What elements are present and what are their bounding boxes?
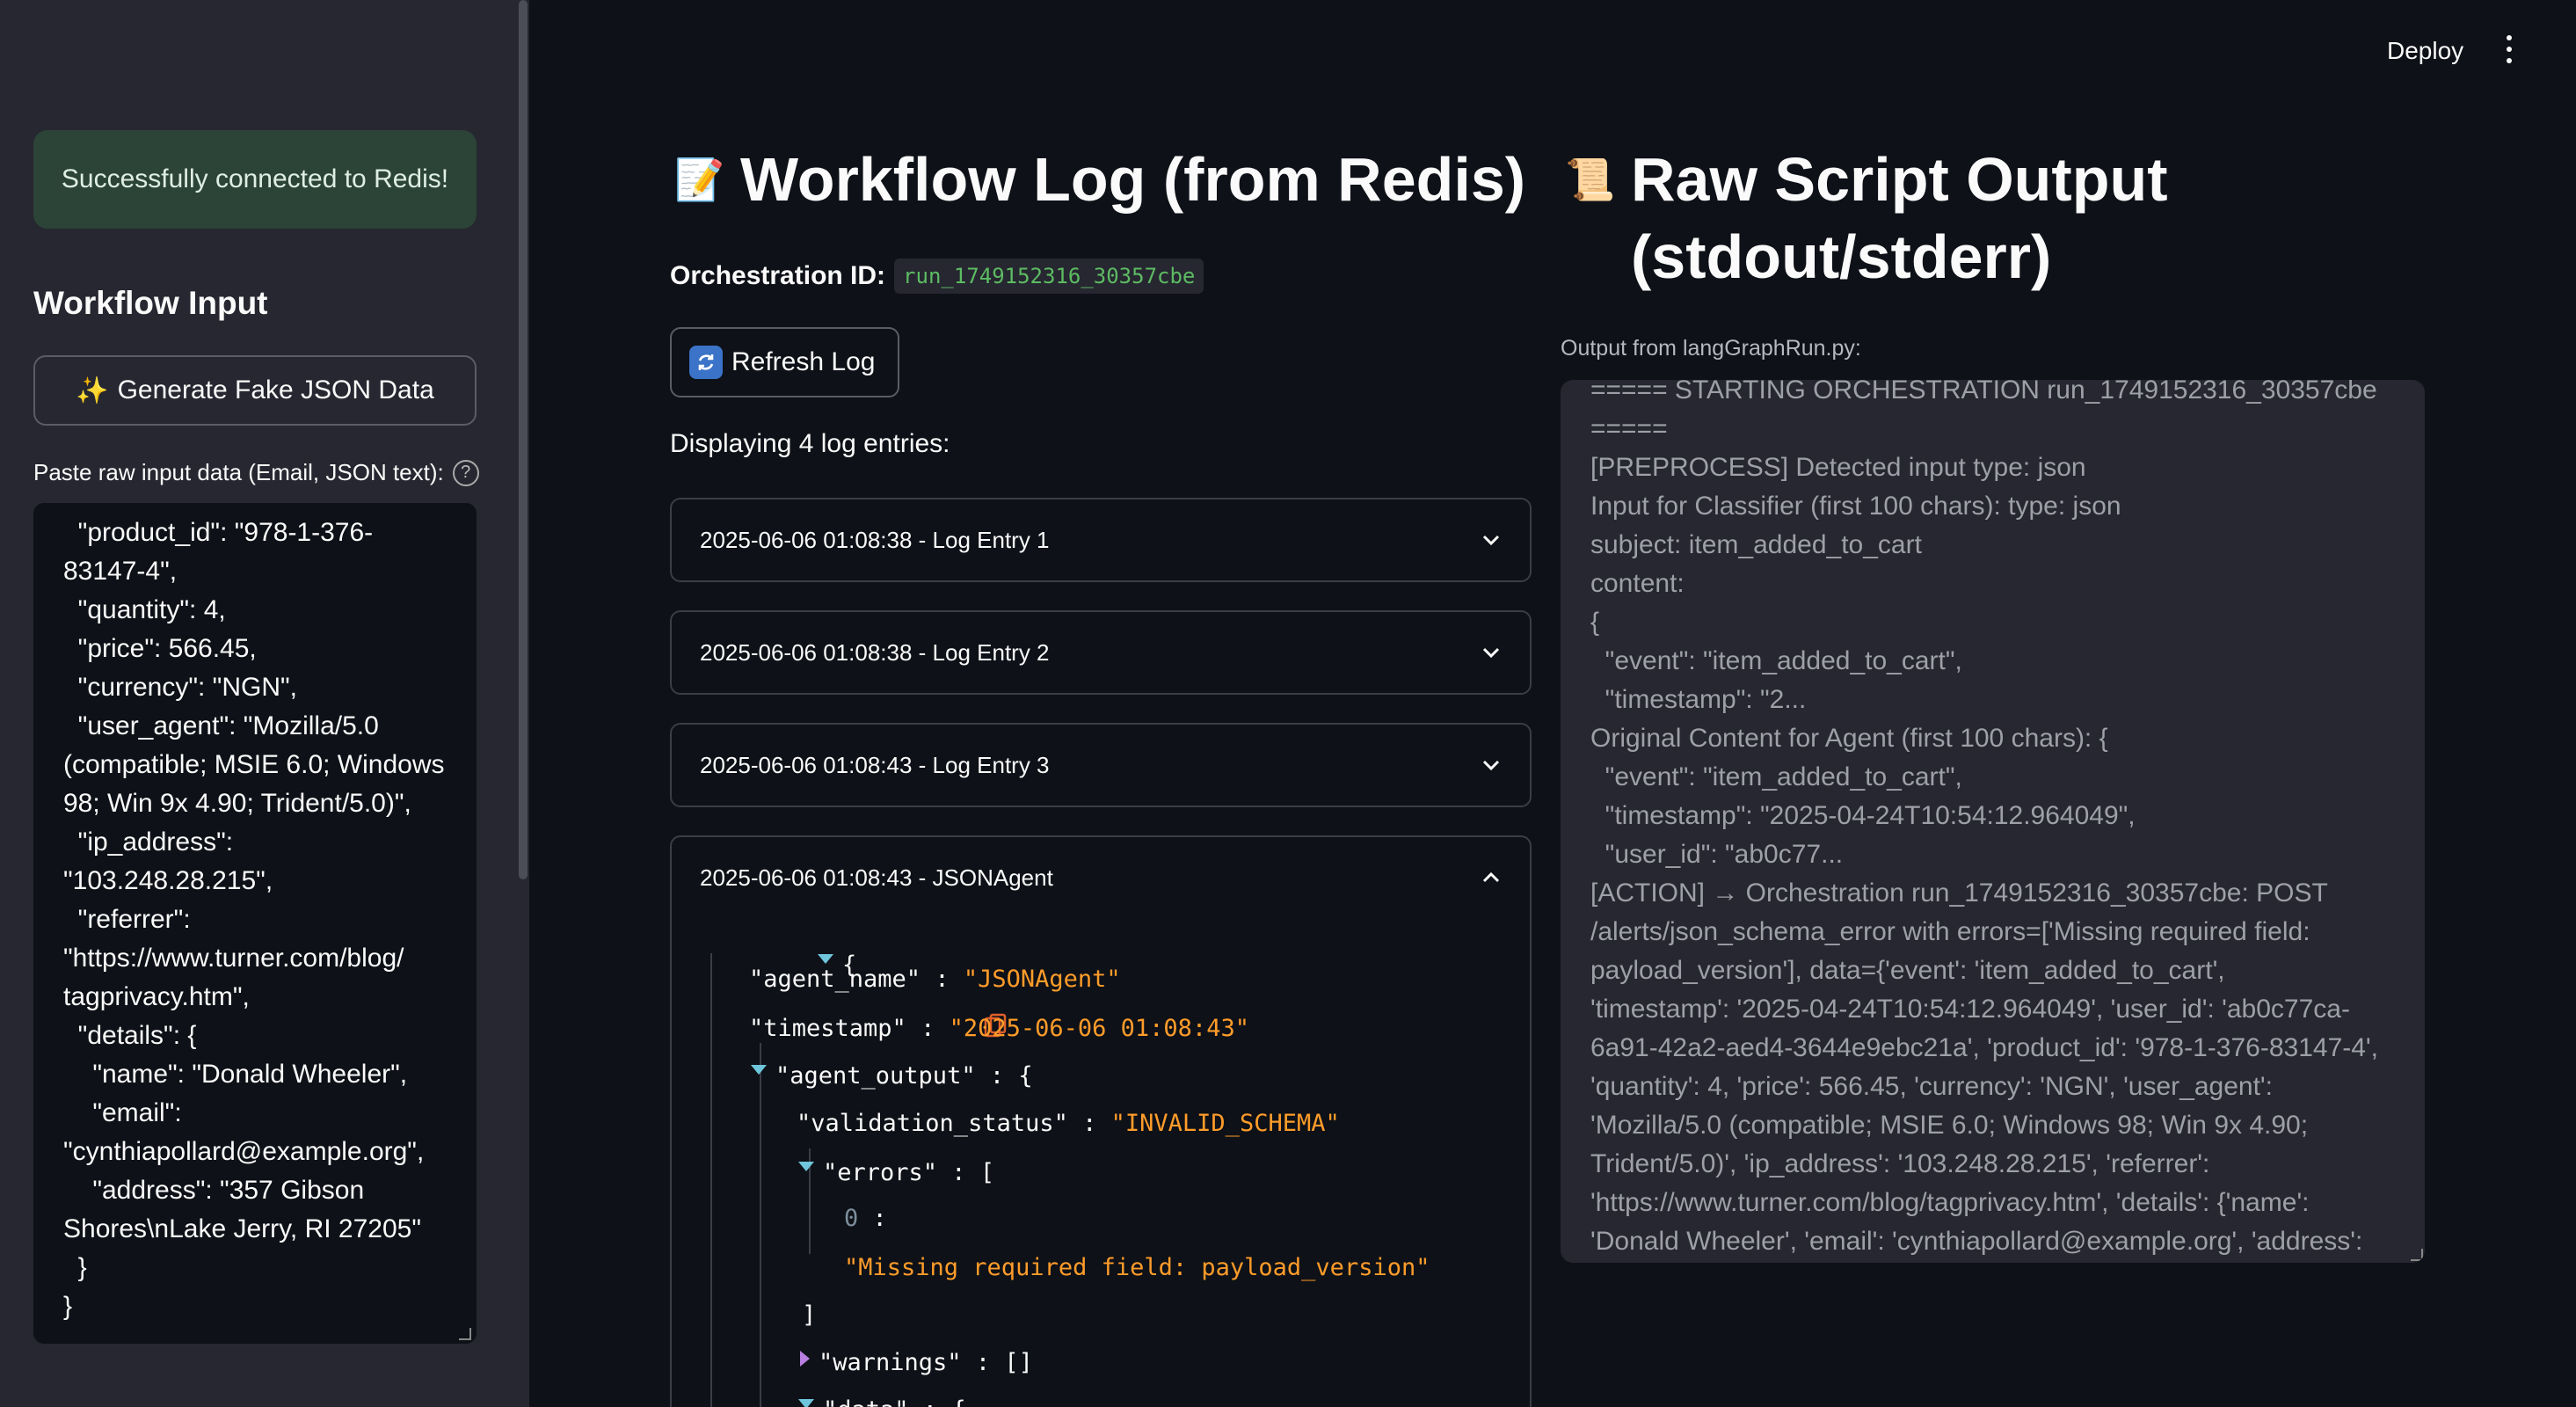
log-entry-header[interactable]: 2025-06-06 01:08:43 - Log Entry 3 bbox=[672, 725, 1530, 806]
paste-input-label: Paste raw input data (Email, JSON text):… bbox=[33, 459, 479, 486]
memo-icon: 📝 bbox=[674, 157, 725, 202]
raw-output-textarea[interactable]: ===== STARTING ORCHESTRATION run_1749152… bbox=[1561, 380, 2425, 1263]
json-string-value: "2025-06-06 01:08:43" bbox=[949, 1015, 1249, 1042]
success-alert: Successfully connected to Redis! bbox=[33, 130, 477, 229]
chevron-down-icon bbox=[1479, 753, 1503, 777]
deploy-button[interactable]: Deploy bbox=[2387, 37, 2463, 65]
chevron-down-icon bbox=[1479, 640, 1503, 665]
json-key: "agent_name" bbox=[749, 966, 921, 993]
log-count-text: Displaying 4 log entries: bbox=[670, 429, 950, 458]
log-entry-expander[interactable]: 2025-06-06 01:08:38 - Log Entry 2 bbox=[670, 610, 1532, 695]
raw-output-value: ===== STARTING ORCHESTRATION run_1749152… bbox=[1590, 380, 2378, 1256]
workflow-log-title: 📝 Workflow Log (from Redis) bbox=[670, 141, 1532, 218]
log-entry-expander[interactable]: 2025-06-06 01:08:38 - Log Entry 1 bbox=[670, 498, 1532, 582]
json-key: "validation_status" bbox=[797, 1110, 1068, 1137]
success-alert-text: Successfully connected to Redis! bbox=[61, 164, 449, 193]
workflow-log-column: 📝 Workflow Log (from Redis) Orchestratio… bbox=[670, 141, 1532, 1407]
raw-output-column: 📜 Raw Script Output (stdout/stderr) Outp… bbox=[1561, 141, 2427, 1263]
workflow-log-title-text: Workflow Log (from Redis) bbox=[740, 145, 1526, 214]
refresh-log-button[interactable]: Refresh Log bbox=[670, 327, 900, 397]
raw-input-value: "product_id": "978-1-376- 83147-4", "qua… bbox=[63, 518, 445, 1321]
json-key: "errors" bbox=[823, 1159, 938, 1186]
log-entry-label: 2025-06-06 01:08:38 - Log Entry 2 bbox=[700, 638, 1050, 666]
json-key: "warnings" bbox=[819, 1349, 962, 1376]
json-key: "data" bbox=[823, 1396, 909, 1407]
chevron-down-icon bbox=[1479, 528, 1503, 552]
log-entry-header[interactable]: 2025-06-06 01:08:38 - Log Entry 1 bbox=[672, 499, 1530, 580]
log-entry-label: 2025-06-06 01:08:43 - JSONAgent bbox=[700, 864, 1053, 891]
sidebar: Successfully connected to Redis! Workflo… bbox=[0, 0, 529, 1407]
paste-input-label-text: Paste raw input data (Email, JSON text): bbox=[33, 459, 444, 485]
help-icon[interactable]: ? bbox=[452, 459, 479, 486]
json-close-bracket: ] bbox=[802, 1301, 817, 1329]
chevron-up-icon bbox=[1479, 865, 1503, 890]
orchestration-id-label: Orchestration ID: bbox=[670, 261, 886, 290]
resize-handle[interactable] bbox=[459, 1328, 471, 1340]
log-entry-expander-open[interactable]: 2025-06-06 01:08:43 - JSONAgent { "agent… bbox=[670, 835, 1532, 1407]
collapse-triangle-icon[interactable] bbox=[798, 1399, 814, 1407]
json-string-value: "Missing required field: payload_version… bbox=[844, 1254, 1430, 1281]
workflow-input-title: Workflow Input bbox=[33, 285, 268, 321]
scroll-icon: 📜 bbox=[1565, 157, 1616, 202]
generate-fake-json-button[interactable]: ✨ Generate Fake JSON Data bbox=[33, 355, 477, 426]
generate-fake-json-label: Generate Fake JSON Data bbox=[117, 375, 434, 405]
json-key: "agent_output" bbox=[775, 1062, 976, 1090]
output-label: Output from langGraphRun.py: bbox=[1561, 336, 1861, 361]
refresh-arrows-icon bbox=[698, 354, 714, 370]
refresh-log-label: Refresh Log bbox=[731, 347, 876, 376]
log-entry-header[interactable]: 2025-06-06 01:08:38 - Log Entry 2 bbox=[672, 612, 1530, 693]
log-entry-label: 2025-06-06 01:08:43 - Log Entry 3 bbox=[700, 751, 1050, 778]
refresh-icon bbox=[689, 346, 723, 379]
resize-handle[interactable] bbox=[2411, 1249, 2423, 1261]
json-array-index: 0 bbox=[844, 1205, 859, 1232]
collapse-triangle-icon[interactable] bbox=[751, 1065, 767, 1075]
log-entry-expander[interactable]: 2025-06-06 01:08:43 - Log Entry 3 bbox=[670, 723, 1532, 807]
collapse-triangle-icon[interactable] bbox=[798, 1162, 814, 1171]
json-empty-array: [] bbox=[1004, 1349, 1033, 1376]
raw-output-title-text: Raw Script Output (stdout/stderr) bbox=[1631, 145, 2168, 291]
expand-triangle-icon[interactable] bbox=[800, 1350, 810, 1367]
menu-icon[interactable] bbox=[2500, 35, 2518, 63]
json-string-value: "INVALID_SCHEMA" bbox=[1110, 1110, 1340, 1137]
sparkles-icon: ✨ bbox=[76, 375, 109, 405]
sidebar-scrollbar[interactable] bbox=[519, 0, 528, 879]
orchestration-id-row: Orchestration ID: run_1749152316_30357cb… bbox=[670, 259, 1204, 294]
raw-input-textarea[interactable]: "product_id": "978-1-376- 83147-4", "qua… bbox=[33, 503, 477, 1344]
log-entry-label: 2025-06-06 01:08:38 - Log Entry 1 bbox=[700, 526, 1050, 553]
json-string-value: "JSONAgent" bbox=[963, 966, 1121, 993]
log-entry-header[interactable]: 2025-06-06 01:08:43 - JSONAgent bbox=[672, 837, 1530, 918]
raw-output-title: 📜 Raw Script Output (stdout/stderr) bbox=[1561, 141, 2229, 295]
json-key: "timestamp" bbox=[749, 1015, 906, 1042]
orchestration-id-value: run_1749152316_30357cbe bbox=[894, 259, 1204, 294]
